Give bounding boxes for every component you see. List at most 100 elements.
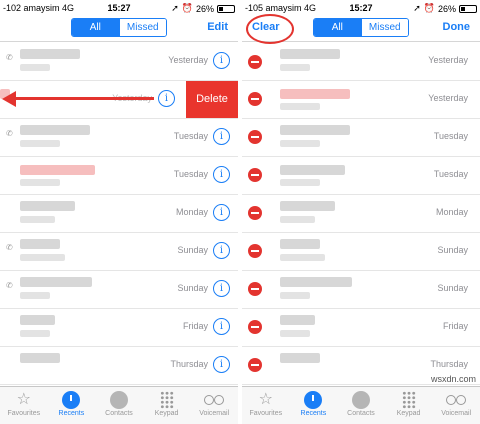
delete-minus-icon[interactable]: [248, 358, 262, 372]
info-icon[interactable]: i: [213, 204, 230, 221]
tab-voicemail[interactable]: Voicemail: [432, 387, 480, 424]
caller-name-redacted: [280, 353, 320, 363]
caller-label-redacted: [20, 330, 50, 337]
phone-icon: ✆: [6, 53, 13, 62]
tab-recents[interactable]: Recents: [290, 387, 338, 424]
watermark: wsxdn.com: [430, 374, 476, 384]
info-icon[interactable]: i: [213, 166, 230, 183]
location-icon: ➚: [171, 3, 179, 13]
call-row[interactable]: Friday i: [0, 309, 238, 347]
caller-label-redacted: [280, 292, 310, 299]
call-day: Sunday: [437, 245, 468, 255]
caller-name-redacted: [20, 353, 60, 363]
info-icon[interactable]: i: [213, 318, 230, 335]
call-day: Tuesday: [173, 169, 208, 179]
caller-label-redacted: [20, 140, 60, 147]
caller-label-redacted: [20, 179, 60, 186]
tab-all[interactable]: All: [314, 19, 361, 36]
call-row[interactable]: ✆ Sunday i: [0, 233, 238, 271]
delete-minus-icon[interactable]: [248, 130, 262, 144]
tab-keypad[interactable]: Keypad: [385, 387, 433, 424]
status-bar: -105 amaysim 4G 15:27 ➚ ⏰ 26%: [242, 0, 480, 16]
call-day: Yesterday: [428, 93, 468, 103]
delete-minus-icon[interactable]: [248, 320, 262, 334]
caller-label-redacted: [280, 140, 320, 147]
info-icon[interactable]: i: [213, 128, 230, 145]
tab-all[interactable]: All: [72, 19, 119, 36]
swipe-arrow: [14, 97, 154, 100]
call-day: Thursday: [170, 359, 208, 369]
caller-label-redacted: [20, 64, 50, 71]
tab-favourites[interactable]: ☆ Favourites: [242, 387, 290, 424]
call-day: Tuesday: [433, 131, 468, 141]
tab-contacts[interactable]: Contacts: [337, 387, 385, 424]
caller-name-redacted: [20, 49, 80, 59]
call-row[interactable]: Monday i: [0, 195, 238, 233]
call-row[interactable]: Thursday i: [0, 347, 238, 385]
caller-label-redacted: [280, 216, 315, 223]
call-row[interactable]: Sunday: [242, 271, 480, 309]
delete-minus-icon[interactable]: [248, 168, 262, 182]
info-icon[interactable]: i: [213, 52, 230, 69]
call-row[interactable]: Yesterday: [242, 43, 480, 81]
delete-minus-icon[interactable]: [248, 282, 262, 296]
delete-minus-icon[interactable]: [248, 55, 262, 69]
phone-icon: ✆: [6, 129, 13, 138]
call-day: Tuesday: [173, 131, 208, 141]
battery-percent: 26%: [195, 3, 214, 14]
filter-segmented-control: All Missed: [71, 18, 167, 37]
caller-label-redacted: [280, 179, 320, 186]
tab-voicemail[interactable]: Voicemail: [190, 387, 238, 424]
clock-icon: [304, 391, 323, 409]
star-icon: ☆: [258, 391, 273, 408]
call-row-swiped[interactable]: Yesterday i Delete: [0, 81, 238, 119]
caller-name-redacted: [20, 125, 90, 135]
call-row[interactable]: Sunday: [242, 233, 480, 271]
call-day: Sunday: [437, 283, 468, 293]
caller-label-redacted: [280, 330, 310, 337]
tab-favourites[interactable]: ☆ Favourites: [0, 387, 48, 424]
tab-contacts[interactable]: Contacts: [95, 387, 143, 424]
info-icon[interactable]: i: [213, 356, 230, 373]
call-row[interactable]: Tuesday i: [0, 157, 238, 195]
delete-minus-icon[interactable]: [248, 244, 262, 258]
tab-missed[interactable]: Missed: [360, 19, 408, 36]
done-button[interactable]: Done: [443, 21, 471, 33]
location-icon: ➚: [413, 3, 421, 13]
call-row[interactable]: Monday: [242, 195, 480, 233]
swipe-arrow-head: [2, 91, 16, 107]
tab-keypad[interactable]: Keypad: [143, 387, 191, 424]
tab-recents[interactable]: Recents: [48, 387, 96, 424]
phone-icon: ✆: [6, 243, 13, 252]
caller-name-redacted: [280, 49, 340, 59]
filter-segmented-control: All Missed: [313, 18, 409, 37]
voicemail-icon: [204, 394, 225, 406]
info-icon[interactable]: i: [213, 280, 230, 297]
status-bar: -102 amaysim 4G 15:27 ➚ ⏰ 26%: [0, 0, 238, 16]
caller-name-redacted: [280, 165, 345, 175]
call-day: Sunday: [177, 245, 208, 255]
delete-button[interactable]: Delete: [186, 81, 238, 118]
call-row[interactable]: Tuesday: [242, 157, 480, 195]
alarm-icon: ⏰: [423, 3, 435, 13]
call-row[interactable]: ✆ Yesterday i: [0, 43, 238, 81]
left-screen: -102 amaysim 4G 15:27 ➚ ⏰ 26% All Missed…: [0, 0, 238, 424]
clear-highlight-circle: [246, 14, 294, 44]
call-row[interactable]: Yesterday: [242, 81, 480, 119]
call-row[interactable]: ✆ Sunday i: [0, 271, 238, 309]
caller-name-redacted: [280, 201, 335, 211]
delete-minus-icon[interactable]: [248, 92, 262, 106]
call-row[interactable]: ✆ Tuesday i: [0, 119, 238, 157]
caller-label-redacted: [280, 103, 320, 110]
caller-name-redacted: [20, 201, 75, 211]
info-icon[interactable]: i: [213, 242, 230, 259]
call-row[interactable]: Friday: [242, 309, 480, 347]
caller-label-redacted: [280, 64, 310, 71]
delete-minus-icon[interactable]: [248, 206, 262, 220]
tab-missed[interactable]: Missed: [118, 19, 166, 36]
info-icon[interactable]: i: [158, 90, 175, 107]
edit-button[interactable]: Edit: [207, 21, 228, 33]
person-icon: [351, 391, 370, 409]
caller-name-redacted: [20, 277, 92, 287]
call-row[interactable]: Tuesday: [242, 119, 480, 157]
